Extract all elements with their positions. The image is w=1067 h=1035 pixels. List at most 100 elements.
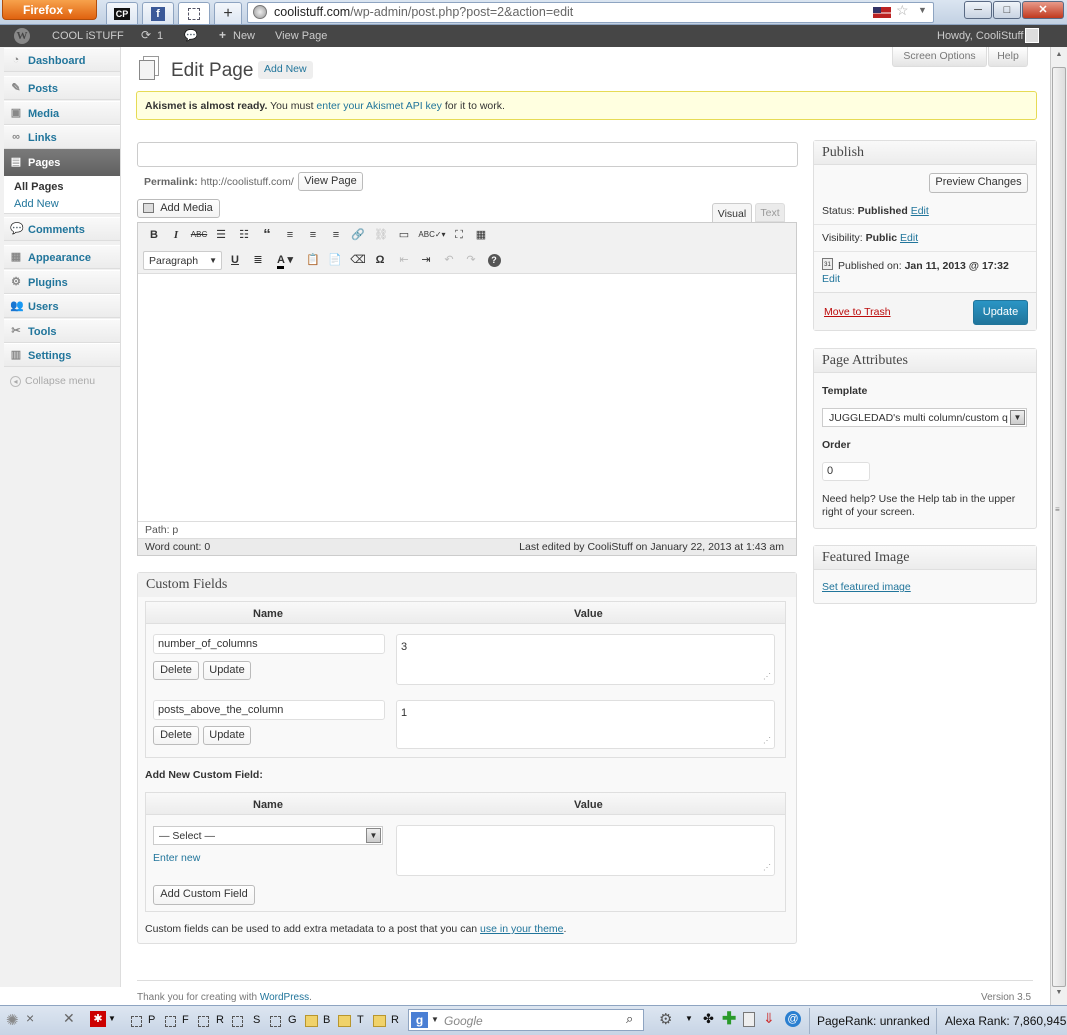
submenu-add-new[interactable]: Add New [14, 198, 59, 210]
enter-new-link[interactable]: Enter new [153, 852, 200, 864]
custom-field-value-textarea[interactable]: 1 ⋰ [396, 700, 775, 749]
new-custom-field-value-textarea[interactable]: ⋰ [396, 825, 775, 876]
unlink-icon[interactable]: ⛓ [372, 226, 390, 244]
kitchen-sink-icon[interactable]: ▦ [472, 226, 490, 244]
update-field-button[interactable]: Update [203, 661, 251, 680]
gear-icon[interactable]: ⚙ [659, 1010, 672, 1028]
sidebar-item-links[interactable]: ∞ Links [4, 125, 120, 149]
pinned-tab-cp[interactable]: CP [106, 2, 138, 24]
update-button[interactable]: Update [973, 300, 1028, 325]
scroll-up-icon[interactable]: ▲ [1053, 51, 1065, 63]
page-scrollbar[interactable]: ▲ ≡ ▼ [1050, 47, 1067, 1005]
justify-icon[interactable]: ≣ [249, 251, 267, 269]
tab-text[interactable]: Text [755, 203, 785, 222]
active-tab[interactable] [178, 2, 210, 24]
custom-field-name-input[interactable]: posts_above_the_column [153, 700, 385, 720]
special-character-icon[interactable]: Ω [371, 251, 389, 269]
bookmark-label[interactable]: G [288, 1014, 297, 1026]
stop-icon[interactable]: × [26, 1010, 34, 1026]
gear-dropdown-icon[interactable]: ▼ [685, 1014, 693, 1023]
edit-date-link[interactable]: Edit [822, 273, 840, 285]
bookmark-label[interactable]: R [391, 1014, 399, 1026]
scrollbar-thumb[interactable] [1052, 67, 1066, 987]
avatar[interactable] [1025, 28, 1039, 43]
update-field-button[interactable]: Update [203, 726, 251, 745]
bookmark-star-icon[interactable]: ☆ [896, 2, 909, 19]
template-select[interactable]: JUGGLEDAD's multi column/custom q ▼ [822, 408, 1027, 427]
bookmark-icon[interactable] [270, 1016, 281, 1027]
scroll-down-icon[interactable]: ▼ [1053, 989, 1065, 1001]
add-new-page-button[interactable]: Add New [258, 61, 313, 79]
add-icon[interactable]: ✚ [722, 1009, 736, 1029]
bookmark-label[interactable]: F [182, 1014, 189, 1026]
collapse-menu[interactable]: ◂ Collapse menu [10, 375, 95, 387]
site-name-link[interactable]: COOL iSTUFF [52, 30, 124, 42]
sidebar-item-pages[interactable]: ▤ Pages [4, 149, 120, 176]
search-input[interactable]: Google [444, 1014, 483, 1028]
resize-grip-icon[interactable]: ⋰ [763, 672, 771, 681]
help-icon[interactable]: ? [485, 251, 503, 269]
new-content-link[interactable]: New [233, 30, 255, 42]
document-icon[interactable] [743, 1012, 755, 1027]
align-left-icon[interactable]: ≡ [281, 226, 299, 244]
link-icon[interactable]: 🔗 [349, 226, 367, 244]
paste-text-icon[interactable]: 📋 [304, 251, 322, 269]
close-toolbar-icon[interactable]: ✕ [63, 1010, 75, 1027]
search-engine-dropdown-icon[interactable]: ▼ [431, 1015, 439, 1024]
paste-word-icon[interactable]: 📄 [326, 251, 344, 269]
howdy-user-link[interactable]: Howdy, CooliStuff [937, 30, 1023, 42]
spellcheck-icon[interactable]: ABC✓▾ [418, 226, 446, 244]
bookmark-icon[interactable] [198, 1016, 209, 1027]
format-select[interactable]: Paragraph ▼ [143, 251, 222, 270]
url-bar[interactable]: coolistuff.com/wp-admin/post.php?post=2&… [247, 2, 934, 23]
download-icon[interactable]: ⇓ [763, 1010, 775, 1027]
bookmark-label[interactable]: B [323, 1014, 330, 1026]
sidebar-item-plugins[interactable]: ⚙ Plugins [4, 270, 120, 294]
view-page-button[interactable]: View Page [298, 172, 363, 191]
wordpress-logo-icon[interactable]: W [14, 28, 30, 44]
bookmark-label[interactable]: R [216, 1014, 224, 1026]
akismet-key-link[interactable]: enter your Akismet API key [316, 100, 441, 112]
blockquote-icon[interactable]: “ [258, 226, 276, 244]
sidebar-item-settings[interactable]: ▥ Settings [4, 343, 120, 367]
text-color-icon[interactable]: A ▾ [272, 251, 298, 269]
sidebar-item-users[interactable]: 👥 Users [4, 294, 120, 318]
addon-dropdown-icon[interactable]: ▼ [108, 1014, 116, 1023]
updates-count[interactable]: 1 [157, 30, 163, 42]
custom-field-key-select[interactable]: — Select — ▼ [153, 826, 383, 845]
bookmark-icon[interactable] [165, 1016, 176, 1027]
move-to-trash-link[interactable]: Move to Trash [824, 306, 891, 318]
italic-icon[interactable]: I [167, 226, 185, 244]
bookmark-icon[interactable] [232, 1016, 243, 1027]
sidebar-item-dashboard[interactable]: ◔ Dashboard [4, 48, 120, 72]
fullscreen-icon[interactable]: ⛶ [450, 226, 468, 244]
history-dropdown-icon[interactable]: ▼ [918, 5, 927, 15]
editor-content-area[interactable] [138, 275, 796, 520]
google-icon[interactable]: g [411, 1012, 428, 1028]
tab-visual[interactable]: Visual [712, 203, 752, 223]
set-featured-image-link[interactable]: Set featured image [822, 581, 911, 593]
align-right-icon[interactable]: ≡ [327, 226, 345, 244]
wordpress-link[interactable]: WordPress [260, 992, 309, 1003]
edit-status-link[interactable]: Edit [911, 205, 929, 217]
custom-field-name-input[interactable]: number_of_columns [153, 634, 385, 654]
order-input[interactable]: 0 [822, 462, 870, 481]
custom-field-value-textarea[interactable]: 3 ⋰ [396, 634, 775, 685]
undo-icon[interactable]: ↶ [440, 251, 458, 269]
search-box[interactable]: g ▼ Google ⌕ [408, 1009, 644, 1031]
bookmark-label[interactable]: P [148, 1014, 155, 1026]
bookmark-icon[interactable] [131, 1016, 142, 1027]
folder-icon[interactable] [338, 1015, 351, 1027]
search-icon[interactable]: ⌕ [626, 1011, 633, 1027]
preview-changes-button[interactable]: Preview Changes [929, 173, 1028, 193]
pinned-tab-facebook[interactable]: f [142, 2, 174, 24]
align-center-icon[interactable]: ≡ [304, 226, 322, 244]
maximize-button[interactable]: □ [993, 1, 1021, 19]
outdent-icon[interactable]: ⇤ [395, 251, 413, 269]
edit-visibility-link[interactable]: Edit [900, 232, 918, 244]
bug-icon[interactable]: ✤ [703, 1011, 714, 1027]
folder-icon[interactable] [373, 1015, 386, 1027]
sidebar-item-comments[interactable]: 💬 Comments [4, 217, 120, 241]
view-page-link[interactable]: View Page [275, 30, 327, 42]
delete-button[interactable]: Delete [153, 661, 199, 680]
